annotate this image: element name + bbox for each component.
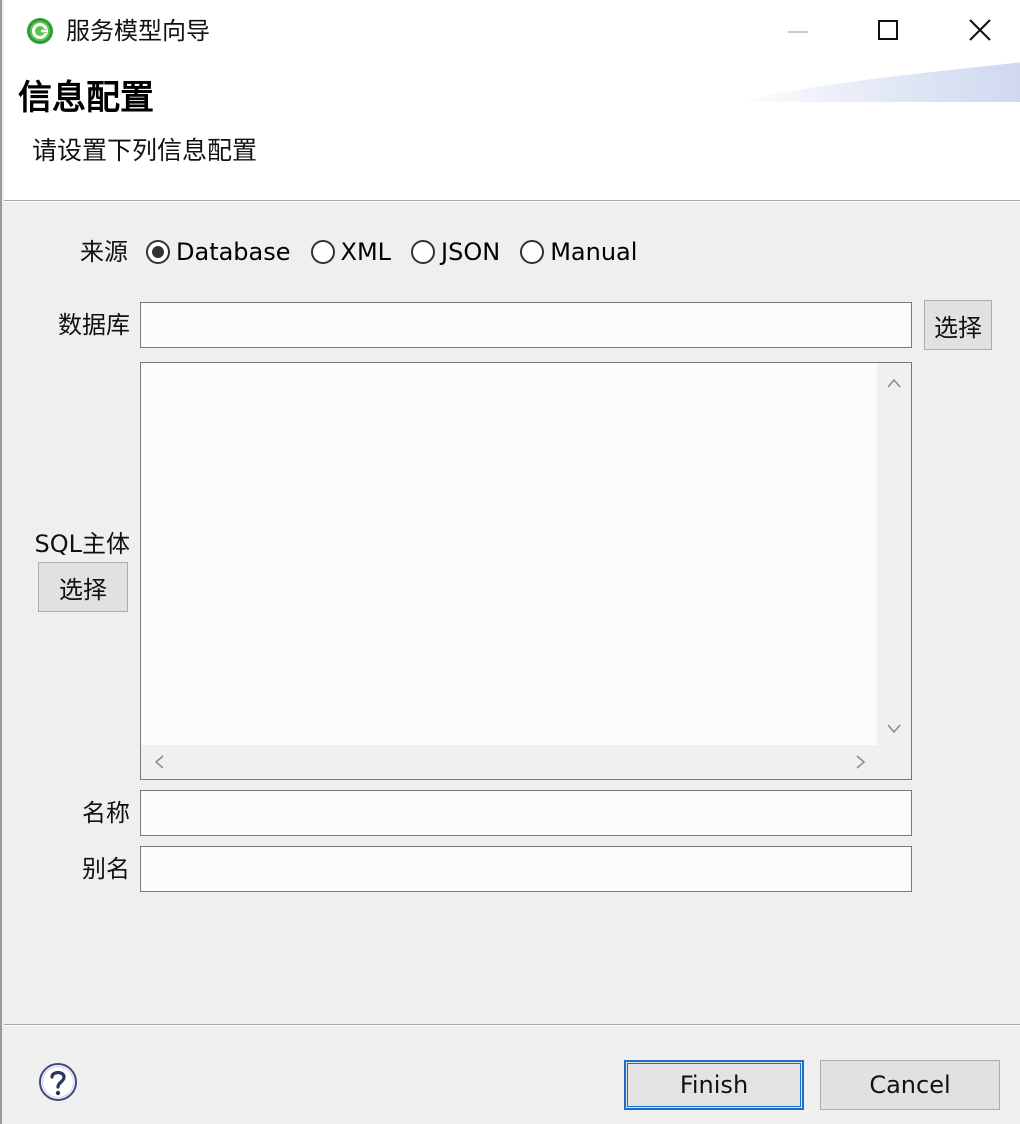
scrollbar-corner [877,745,911,779]
cancel-button[interactable]: Cancel [820,1060,1000,1110]
window-title: 服务模型向导 [66,17,210,45]
sql-vertical-scrollbar[interactable] [877,363,911,745]
footer-divider-highlight [4,1025,1020,1026]
scroll-up-icon[interactable] [886,377,902,389]
close-button[interactable] [950,8,1010,54]
radio-json-label[interactable]: JSON [441,236,500,268]
radio-manual-circle[interactable] [520,240,545,264]
close-icon [969,19,991,41]
database-select-button[interactable]: 选择 [924,300,992,350]
radio-xml-label[interactable]: XML [341,236,392,268]
name-label: 名称 [82,799,130,827]
radio-xml-circle[interactable] [310,240,335,264]
radio-database-circle[interactable] [146,240,170,264]
radio-manual-label[interactable]: Manual [550,236,637,268]
source-radio-group: Database XML JSON Manual [146,234,657,270]
maximize-icon [878,20,898,40]
name-input[interactable] [140,790,912,836]
wizard-header: 信息配置 请设置下列信息配置 [4,62,1020,200]
page-subtitle: 请设置下列信息配置 [32,136,258,165]
radio-json-circle[interactable] [411,240,436,264]
source-label: 来源 [80,238,128,266]
radio-database[interactable]: Database [146,236,291,268]
radio-json[interactable]: JSON [411,236,500,268]
finish-button[interactable]: Finish [624,1060,804,1110]
scroll-left-icon[interactable] [153,754,165,770]
sql-horizontal-scrollbar[interactable] [141,745,877,779]
header-divider-highlight [4,201,1020,202]
minimize-icon [788,31,808,33]
database-label: 数据库 [58,311,130,339]
sql-textarea[interactable] [140,362,912,780]
alias-input[interactable] [140,846,912,892]
radio-xml[interactable]: XML [310,236,392,268]
dialog-window: 服务模型向导 信息配置 请设置下列信息配置 来源 Database XML JS… [0,0,1020,1124]
header-banner-graphic [734,62,1020,102]
sql-label: SQL主体 [34,530,131,558]
radio-database-label[interactable]: Database [176,236,291,268]
help-icon[interactable] [38,1062,78,1102]
page-title: 信息配置 [18,78,154,118]
sql-select-button[interactable]: 选择 [38,562,128,612]
database-input[interactable] [140,302,912,348]
alias-label: 别名 [82,855,130,883]
app-logo-icon [27,18,53,44]
title-bar[interactable]: 服务模型向导 [4,0,1020,62]
scroll-right-icon[interactable] [855,754,867,770]
scroll-down-icon[interactable] [886,723,902,735]
radio-manual[interactable]: Manual [520,236,637,268]
minimize-button[interactable] [768,8,828,54]
maximize-button[interactable] [858,8,918,54]
